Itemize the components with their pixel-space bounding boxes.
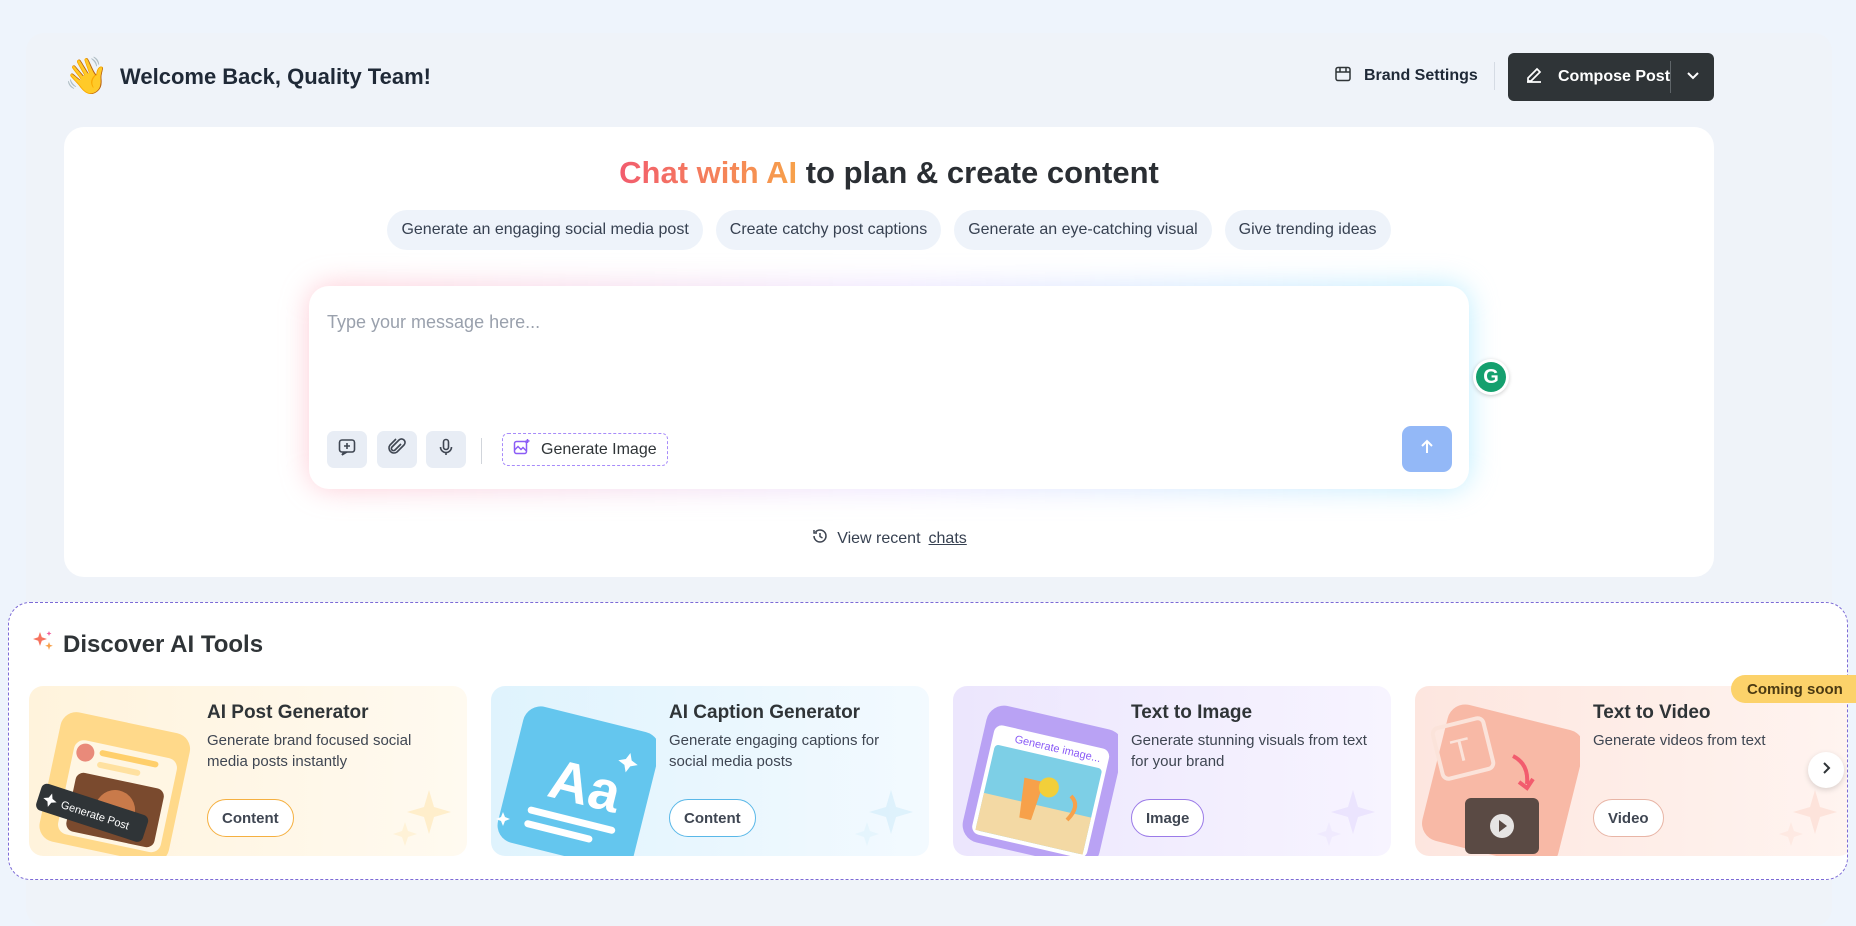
send-button[interactable] (1402, 426, 1452, 472)
tool-card-ai-caption-generator[interactable]: Aa AI Caption Generator Generate engagin… (491, 686, 929, 856)
tool-description: Generate videos from text (1593, 732, 1766, 749)
compose-dropdown-button[interactable] (1671, 53, 1714, 101)
wave-emoji: 👋 (64, 55, 109, 96)
sparkle-decoration-icon (855, 790, 913, 846)
sparkle-decoration-icon (393, 790, 451, 846)
tool-name: AI Caption Generator (669, 702, 861, 723)
discover-title-text: Discover AI Tools (63, 630, 264, 658)
suggestion-chip[interactable]: Generate an engaging social media post (387, 210, 703, 250)
tool-tag-image[interactable]: Image (1131, 799, 1205, 837)
recent-chats-link[interactable]: chats (929, 530, 967, 548)
chevron-down-icon (1685, 67, 1701, 88)
caption-generator-illustration: Aa (491, 686, 660, 856)
chat-title: Chat with AI to plan & create content (64, 155, 1714, 191)
ai-prompt-button[interactable] (327, 431, 367, 468)
compose-post-button[interactable]: Compose Post (1508, 53, 1670, 101)
page-header: 👋 Welcome Back, Quality Team! Brand Sett… (64, 50, 1714, 102)
discover-title: Discover AI Tools (31, 629, 263, 660)
brand-settings-button[interactable]: Brand Settings (1334, 62, 1478, 90)
tool-tag-video[interactable]: Video (1593, 799, 1664, 837)
toolbar-divider (481, 438, 482, 464)
tool-description: Generate engaging captions for social me… (669, 732, 880, 770)
chevron-right-icon (1818, 760, 1834, 781)
page-title: Welcome Back, Quality Team! (120, 64, 431, 89)
sparkle-decoration-icon (1317, 790, 1375, 846)
tool-card-ai-post-generator[interactable]: Generate Post AI Post Generator Generate… (29, 686, 467, 856)
chat-title-highlight: Chat with AI (619, 155, 798, 190)
tool-card-text-to-video[interactable]: T Text to Video Generate videos from tex… (1415, 686, 1847, 856)
header-divider (1494, 62, 1495, 90)
compose-post-group: Compose Post (1508, 53, 1714, 101)
image-sparkle-icon (513, 438, 531, 461)
compose-post-label: Compose Post (1558, 68, 1671, 85)
tools-carousel: Generate Post AI Post Generator Generate… (29, 686, 1847, 856)
view-recent-chats: View recent chats (64, 527, 1714, 550)
tool-name: Text to Video (1593, 702, 1711, 723)
chat-title-rest: to plan & create content (797, 155, 1159, 190)
message-input[interactable] (327, 302, 1407, 342)
tool-tag-content[interactable]: Content (669, 799, 756, 837)
sparkles-icon (31, 629, 55, 660)
brand-settings-label: Brand Settings (1364, 67, 1478, 84)
sparkle-decoration-icon (1779, 790, 1837, 846)
tool-name: Text to Image (1131, 702, 1253, 723)
text-to-image-illustration: Generate image... (953, 686, 1124, 856)
tool-name: AI Post Generator (207, 702, 369, 723)
carousel-next-button[interactable] (1808, 752, 1844, 788)
generate-image-button[interactable]: Generate Image (502, 433, 668, 466)
message-composer: G Generate Image (309, 286, 1509, 489)
suggestion-chip[interactable]: Give trending ideas (1224, 210, 1391, 250)
tool-description: Generate brand focused social media post… (207, 732, 412, 770)
tool-card-text-to-image[interactable]: Generate image... Text to Image Generate… (953, 686, 1391, 856)
suggestion-chip[interactable]: Create catchy post captions (715, 210, 942, 250)
grammarly-button[interactable]: G (1473, 359, 1509, 395)
microphone-button[interactable] (426, 431, 466, 468)
generate-image-label: Generate Image (541, 440, 657, 458)
sparkle-chat-icon (337, 437, 357, 462)
recent-prefix: View recent (837, 529, 921, 547)
history-icon (811, 527, 829, 550)
grammarly-icon: G (1476, 362, 1506, 392)
coming-soon-badge: Coming soon (1731, 675, 1856, 703)
arrow-up-icon (1418, 438, 1436, 461)
text-to-video-illustration: T (1415, 686, 1585, 856)
store-icon (1334, 65, 1352, 88)
tool-tag-content[interactable]: Content (207, 799, 294, 837)
suggestion-chip[interactable]: Generate an eye-catching visual (954, 210, 1212, 250)
post-generator-illustration: Generate Post (29, 686, 194, 856)
attach-button[interactable] (377, 431, 417, 468)
suggestion-chips: Generate an engaging social media post C… (64, 210, 1714, 250)
discover-ai-tools-section: Discover AI Tools Generate Post AI Post … (8, 602, 1848, 880)
chat-card: Chat with AI to plan & create content Ge… (64, 127, 1714, 577)
paperclip-icon (387, 437, 407, 462)
microphone-icon (436, 437, 456, 462)
edit-icon (1524, 65, 1544, 90)
tool-description: Generate stunning visuals from text for … (1131, 732, 1367, 770)
